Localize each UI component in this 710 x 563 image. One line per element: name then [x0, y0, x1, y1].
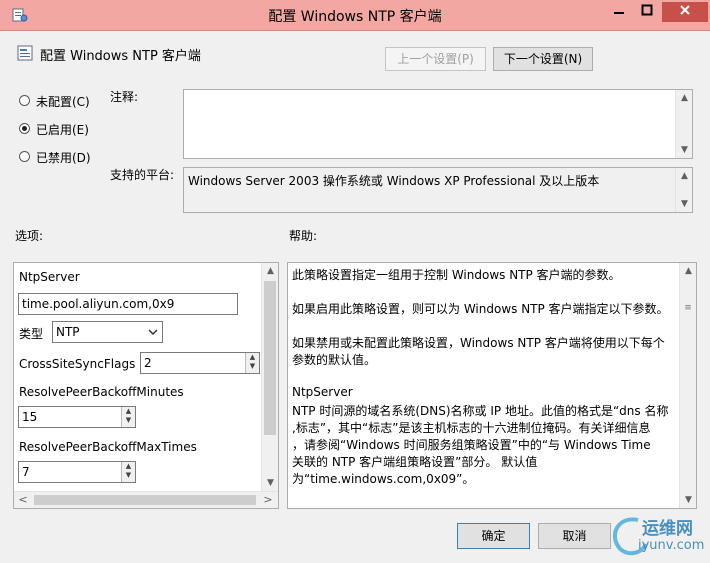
scroll-down-icon[interactable]: ▼ [676, 196, 693, 212]
radio-not-configured[interactable]: 未配置(C) [19, 94, 99, 109]
watermark-text: 运维网 [642, 519, 693, 539]
stepper-buttons[interactable]: ▲ ▼ [121, 462, 135, 482]
radio-disabled[interactable]: 已禁用(D) [19, 150, 99, 165]
platform-label: 支持的平台: [110, 168, 175, 182]
options-vscrollbar[interactable]: ▲ ▼ [261, 263, 278, 491]
platform-text: Windows Server 2003 操作系统或 Windows XP Pro… [188, 174, 600, 188]
maximize-button[interactable] [632, 2, 662, 22]
help-line: NtpServer [292, 385, 353, 399]
crosssite-value: 2 [144, 356, 152, 370]
platform-scrollbar[interactable]: ▲ ▼ [675, 168, 692, 212]
help-line: ,标志”，其中“标志”是该主机标志的十六进制位掩码。有关详细信息 [292, 421, 651, 435]
help-vscrollbar[interactable]: ▲ ≡ ▼ [679, 263, 696, 508]
stepper-down-icon[interactable]: ▼ [246, 362, 259, 371]
title-bar[interactable]: 配置 Windows NTP 客户端 [0, 0, 710, 31]
scroll-up-icon[interactable]: ▲ [676, 90, 693, 106]
stepper-down-icon[interactable]: ▼ [122, 471, 135, 480]
watermark-subtext: iyunv.com [638, 538, 705, 553]
scroll-down-icon[interactable]: ▼ [262, 475, 279, 491]
options-panel: NtpServer time.pool.aliyun.com,0x9 类型 NT… [13, 262, 279, 509]
stepper-buttons[interactable]: ▲ ▼ [245, 353, 259, 373]
policy-name: 配置 Windows NTP 客户端 [40, 49, 201, 64]
radio-indicator [19, 95, 30, 106]
comment-scrollbar[interactable]: ▲ ▼ [675, 90, 692, 158]
watermark-logo: 运维网 iyunv.com [608, 512, 708, 560]
minimize-icon [614, 12, 624, 14]
radio-indicator [19, 151, 30, 162]
scroll-down-icon[interactable]: ▼ [676, 142, 693, 158]
backoff-minutes-stepper[interactable]: 15 ▲ ▼ [18, 406, 136, 428]
radio-label: 已禁用(D) [36, 151, 91, 165]
help-panel: 此策略设置指定一组用于控制 Windows NTP 客户端的参数。 如果启用此策… [287, 262, 697, 509]
radio-label: 已启用(E) [36, 123, 89, 137]
scroll-up-icon[interactable]: ▲ [262, 263, 279, 279]
cancel-button[interactable]: 取消 [538, 523, 611, 549]
help-label: 帮助: [289, 229, 318, 243]
radio-indicator [19, 123, 30, 134]
help-line: 参数的默认值。 [292, 353, 377, 367]
platform-box: Windows Server 2003 操作系统或 Windows XP Pro… [183, 167, 693, 213]
ok-button[interactable]: 确定 [457, 523, 530, 549]
stepper-up-icon[interactable]: ▲ [122, 407, 135, 416]
stepper-buttons[interactable]: ▲ ▼ [121, 407, 135, 427]
help-line: 为“time.windows.com,0x09”。 [292, 472, 475, 486]
chevron-down-icon [148, 329, 158, 336]
ntpserver-label: NtpServer [19, 270, 80, 284]
comment-label: 注释: [110, 90, 139, 104]
help-line: 此策略设置指定一组用于控制 Windows NTP 客户端的参数。 [292, 268, 621, 282]
scroll-thumb[interactable] [264, 281, 276, 435]
scroll-down-icon[interactable]: ▼ [680, 492, 697, 508]
next-setting-button[interactable]: 下一个设置(N) [493, 47, 593, 71]
radio-enabled[interactable]: 已启用(E) [19, 122, 99, 137]
scroll-right-icon[interactable]: > [261, 493, 275, 506]
close-icon [680, 5, 690, 15]
help-line: ，请参阅“Windows 时间服务组策略设置”中的“与 Windows Time [292, 438, 651, 452]
help-line: 如果禁用或未配置此策略设置，Windows NTP 客户端将使用以下每个 [292, 336, 665, 350]
stepper-down-icon[interactable]: ▼ [122, 416, 135, 425]
options-hscrollbar[interactable]: < > [14, 491, 278, 508]
comment-textarea[interactable]: ▲ ▼ [183, 89, 693, 159]
backoff-minutes-value: 15 [22, 410, 38, 424]
help-line: 关联的 NTP 客户端组策略设置”部分。 默认值 [292, 455, 538, 469]
scroll-thumb[interactable] [34, 495, 256, 505]
radio-label: 未配置(C) [36, 95, 90, 109]
stepper-up-icon[interactable]: ▲ [246, 353, 259, 362]
help-line: NTP 时间源的域名系统(DNS)名称或 IP 地址。此值的格式是“dns 名称 [292, 404, 669, 418]
scroll-left-icon[interactable]: < [16, 493, 30, 506]
options-label: 选项: [15, 229, 44, 243]
stepper-up-icon[interactable]: ▲ [122, 462, 135, 471]
type-select-value: NTP [56, 325, 80, 339]
help-line: 如果启用此策略设置，则可以为 Windows NTP 客户端指定以下参数。 [292, 302, 669, 316]
crosssite-stepper[interactable]: 2 ▲ ▼ [140, 352, 260, 374]
scroll-up-icon[interactable]: ▲ [680, 263, 697, 279]
policy-setting-icon [17, 45, 33, 61]
previous-setting-button[interactable]: 上一个设置(P) [385, 47, 486, 71]
backoff-max-stepper[interactable]: 7 ▲ ▼ [18, 461, 136, 483]
backoff-minutes-label: ResolvePeerBackoffMinutes [19, 385, 184, 399]
scroll-up-icon[interactable]: ▲ [676, 168, 693, 184]
crosssite-label: CrossSiteSyncFlags [19, 357, 136, 371]
type-label: 类型 [19, 327, 44, 341]
ntpserver-input[interactable]: time.pool.aliyun.com,0x9 [18, 293, 238, 315]
backoff-max-label: ResolvePeerBackoffMaxTimes [19, 440, 197, 454]
type-select[interactable]: NTP [52, 321, 163, 343]
maximize-icon [641, 4, 653, 16]
close-button[interactable] [662, 2, 708, 22]
scroll-grip-icon[interactable]: ≡ [683, 304, 693, 335]
backoff-max-value: 7 [22, 465, 30, 479]
minimize-button[interactable] [604, 2, 634, 22]
